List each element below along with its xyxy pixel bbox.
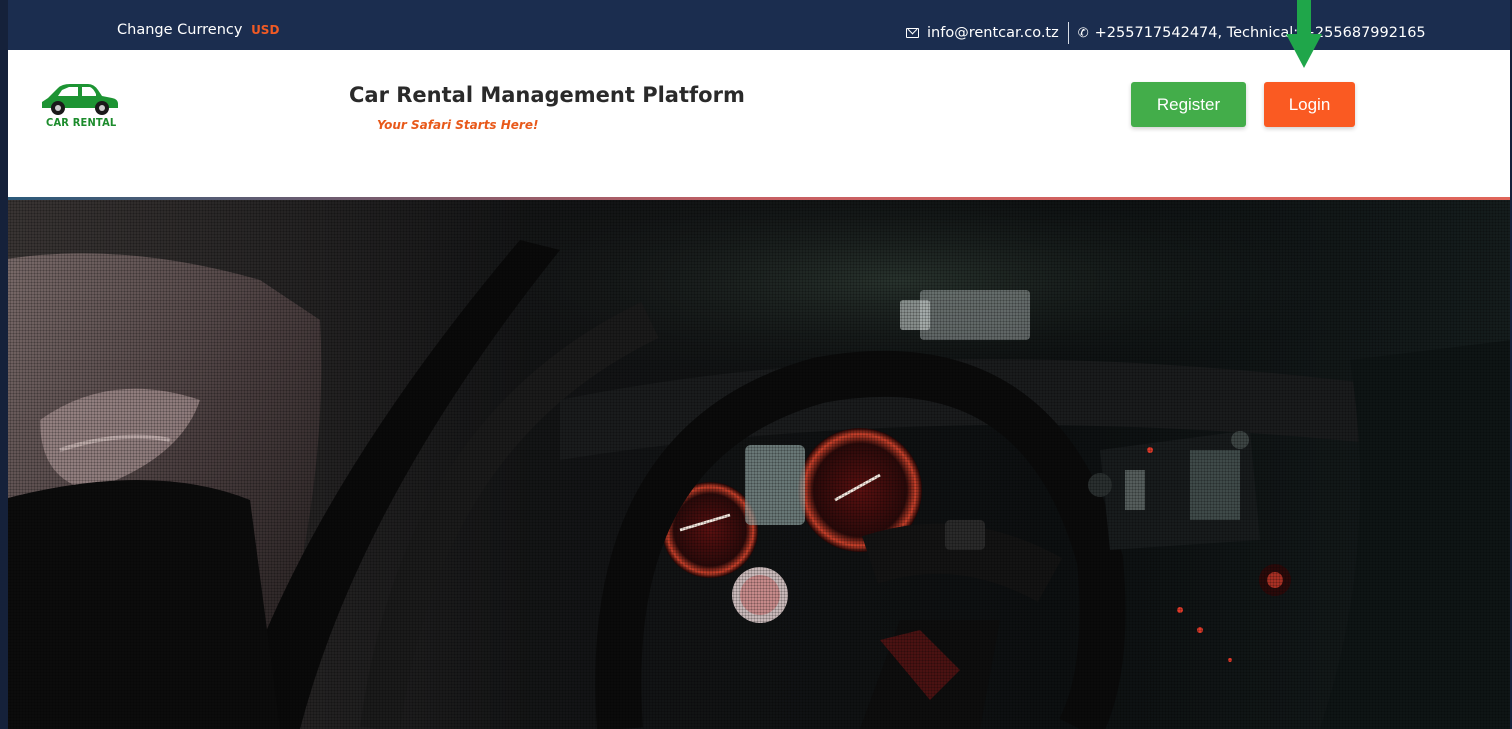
register-button[interactable]: Register xyxy=(1131,82,1246,127)
contact-info: info@rentcar.co.tz ✆ +255717542474, Tech… xyxy=(906,22,1426,44)
login-button[interactable]: Login xyxy=(1264,82,1355,127)
contact-divider xyxy=(1067,22,1069,44)
hero-banner xyxy=(0,200,1512,729)
envelope-icon xyxy=(906,28,919,38)
phone-numbers: +255717542474, Technical: +255687992165 xyxy=(1094,25,1426,41)
change-currency-label: Change Currency xyxy=(117,22,243,38)
phone-icon: ✆ xyxy=(1077,25,1089,41)
site-header: CAR RENTAL Car Rental Management Platfor… xyxy=(0,50,1512,198)
logo-text: CAR RENTAL xyxy=(46,116,117,129)
page: Change Currency USD info@rentcar.co.tz ✆… xyxy=(0,0,1512,729)
car-interior-image xyxy=(0,200,1512,729)
site-tagline: Your Safari Starts Here! xyxy=(377,118,539,132)
arrow-down-icon xyxy=(1286,0,1322,68)
change-currency-link[interactable]: Change Currency USD xyxy=(117,22,279,38)
left-window-edge xyxy=(0,0,8,729)
car-logo-icon xyxy=(42,84,118,115)
site-logo[interactable]: CAR RENTAL xyxy=(38,78,124,130)
hero-top-border xyxy=(0,197,1512,200)
email-link[interactable]: info@rentcar.co.tz xyxy=(927,25,1059,41)
site-title: Car Rental Management Platform xyxy=(349,83,745,107)
currency-value[interactable]: USD xyxy=(251,23,279,37)
